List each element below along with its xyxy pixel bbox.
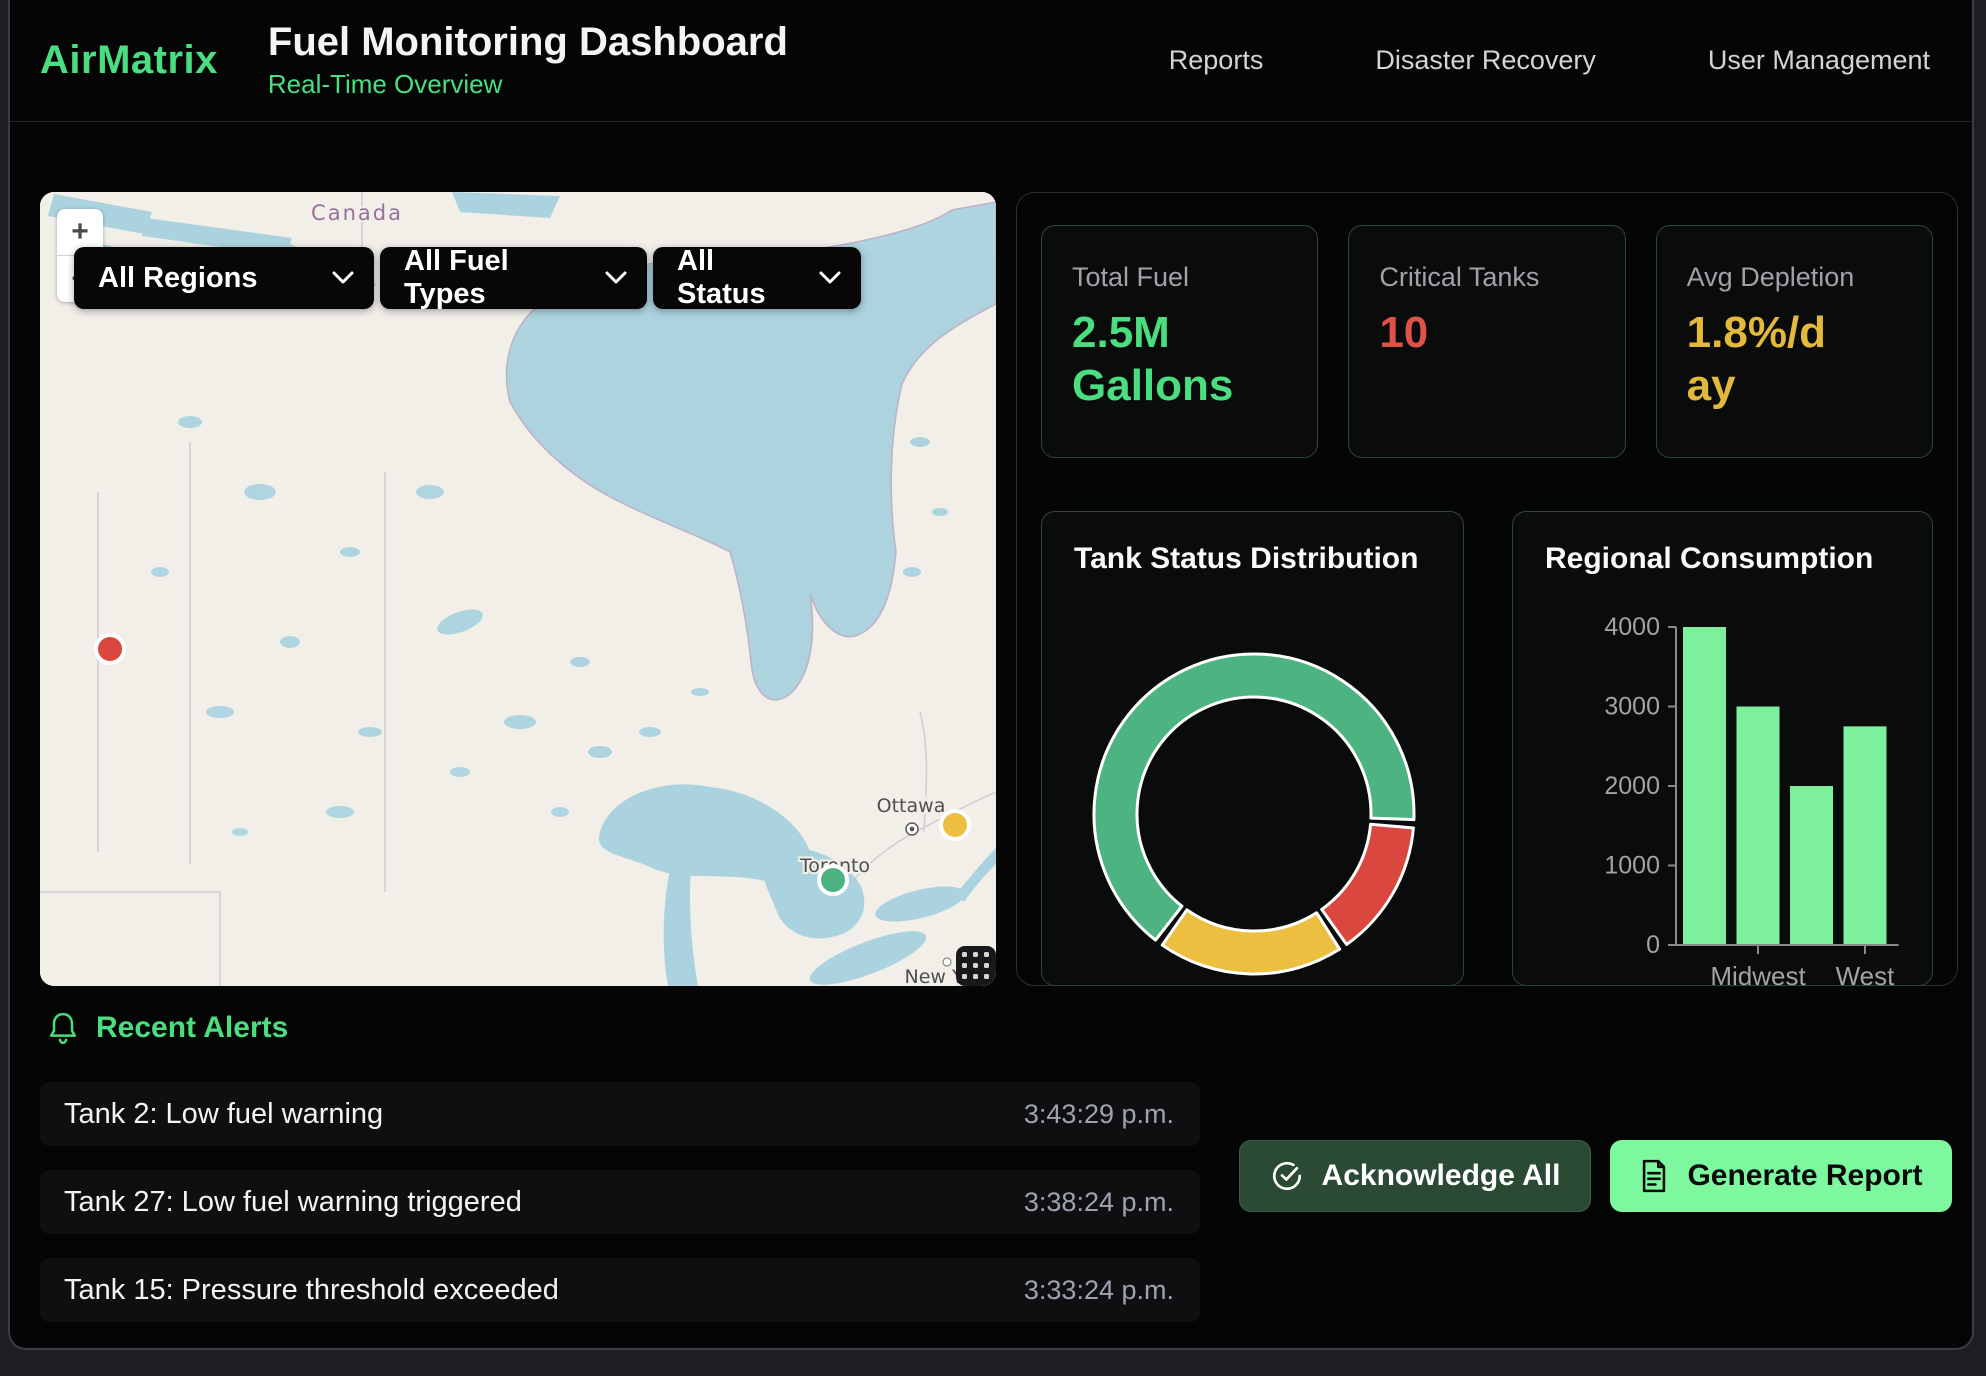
status-filter-value: All Status <box>677 245 797 311</box>
page-subtitle: Real-Time Overview <box>268 69 788 100</box>
stat-card-total-fuel: Total Fuel 2.5M Gallons <box>1041 225 1318 458</box>
generate-report-button[interactable]: Generate Report <box>1610 1140 1952 1212</box>
fuel-type-filter-dropdown[interactable]: All Fuel Types <box>380 247 647 309</box>
svg-text:Midwest: Midwest <box>1710 961 1806 987</box>
stat-label: Critical Tanks <box>1379 262 1624 293</box>
alert-timestamp: 3:33:24 p.m. <box>1024 1275 1174 1306</box>
acknowledge-all-label: Acknowledge All <box>1322 1159 1561 1193</box>
brand-logo: AirMatrix <box>40 38 218 83</box>
regional-consumption-title: Regional Consumption <box>1545 542 1873 576</box>
ottawa-city-dot-center <box>910 827 915 832</box>
alert-row: Tank 15: Pressure threshold exceeded 3:3… <box>40 1258 1200 1322</box>
stats-row: Total Fuel 2.5M Gallons Critical Tanks 1… <box>1041 225 1933 458</box>
metrics-panel: Total Fuel 2.5M Gallons Critical Tanks 1… <box>1016 192 1958 986</box>
alert-message: Tank 15: Pressure threshold exceeded <box>64 1274 559 1307</box>
map-label-canada: Canada <box>311 201 403 225</box>
nav-user-management[interactable]: User Management <box>1708 45 1930 76</box>
tank-status-panel: Tank Status Distribution <box>1041 511 1464 986</box>
app-header: AirMatrix Fuel Monitoring Dashboard Real… <box>10 0 1972 122</box>
stat-label: Total Fuel <box>1072 262 1317 293</box>
tank-status-title: Tank Status Distribution <box>1074 542 1418 576</box>
status-filter-dropdown[interactable]: All Status <box>653 247 861 309</box>
title-block: Fuel Monitoring Dashboard Real-Time Over… <box>268 21 788 100</box>
newyork-city-dot <box>943 958 951 966</box>
map-marker-warning[interactable] <box>941 811 969 839</box>
alert-row: Tank 27: Low fuel warning triggered 3:38… <box>40 1170 1200 1234</box>
svg-text:1000: 1000 <box>1604 852 1660 880</box>
map-drag-handle[interactable] <box>956 946 996 986</box>
bell-icon <box>46 1010 80 1046</box>
check-circle-icon <box>1270 1159 1304 1193</box>
map-panel[interactable]: Canada Ottawa Toronto New York + − All R… <box>40 192 996 986</box>
svg-text:4000: 4000 <box>1604 613 1660 641</box>
map-marker-critical[interactable] <box>96 635 124 663</box>
svg-text:West: West <box>1836 961 1896 987</box>
regional-consumption-panel: Regional Consumption 0 1000 2000 3000 4000 Mi… <box>1512 511 1933 986</box>
acknowledge-all-button[interactable]: Acknowledge All <box>1239 1140 1591 1212</box>
alert-message: Tank 2: Low fuel warning <box>64 1098 383 1131</box>
stat-card-avg-depletion: Avg Depletion 1.8%/day <box>1656 225 1933 458</box>
chevron-down-icon <box>819 271 841 285</box>
map-marker-normal[interactable] <box>819 866 847 894</box>
generate-report-label: Generate Report <box>1687 1159 1922 1193</box>
chevron-down-icon <box>605 271 627 285</box>
svg-text:2000: 2000 <box>1604 772 1660 800</box>
alerts-title: Recent Alerts <box>96 1011 288 1045</box>
svg-text:3000: 3000 <box>1604 693 1660 721</box>
stat-value: 10 <box>1379 307 1604 360</box>
map-filter-bar: All Regions All Fuel Types All Status <box>74 247 861 309</box>
alert-row: Tank 2: Low fuel warning 3:43:29 p.m. <box>40 1082 1200 1146</box>
stat-value: 1.8%/day <box>1687 307 1839 413</box>
dashboard-window: AirMatrix Fuel Monitoring Dashboard Real… <box>8 0 1974 1350</box>
document-icon <box>1639 1159 1669 1193</box>
charts-row: Tank Status Distribution Regional Consum… <box>1041 511 1933 986</box>
tank-status-donut <box>1042 582 1463 987</box>
region-filter-value: All Regions <box>98 262 258 295</box>
regional-consumption-chart: 0 1000 2000 3000 4000 Midwest West <box>1513 582 1932 987</box>
stat-value: 2.5M Gallons <box>1072 307 1297 413</box>
alert-message: Tank 27: Low fuel warning triggered <box>64 1186 522 1219</box>
stat-card-critical-tanks: Critical Tanks 10 <box>1348 225 1625 458</box>
page-title: Fuel Monitoring Dashboard <box>268 21 788 63</box>
alert-timestamp: 3:38:24 p.m. <box>1024 1187 1174 1218</box>
chevron-down-icon <box>332 271 354 285</box>
region-filter-dropdown[interactable]: All Regions <box>74 247 374 309</box>
svg-text:0: 0 <box>1646 931 1660 959</box>
fuel-type-filter-value: All Fuel Types <box>404 245 583 311</box>
map-label-ottawa: Ottawa <box>877 795 946 817</box>
alerts-header: Recent Alerts <box>46 1010 288 1046</box>
map-canvas[interactable]: Canada Ottawa Toronto New York <box>40 192 996 986</box>
alert-timestamp: 3:43:29 p.m. <box>1024 1099 1174 1130</box>
stat-label: Avg Depletion <box>1687 262 1932 293</box>
nav-disaster-recovery[interactable]: Disaster Recovery <box>1375 45 1596 76</box>
nav-reports[interactable]: Reports <box>1169 45 1264 76</box>
main-nav: Reports Disaster Recovery User Managemen… <box>1169 45 1930 76</box>
